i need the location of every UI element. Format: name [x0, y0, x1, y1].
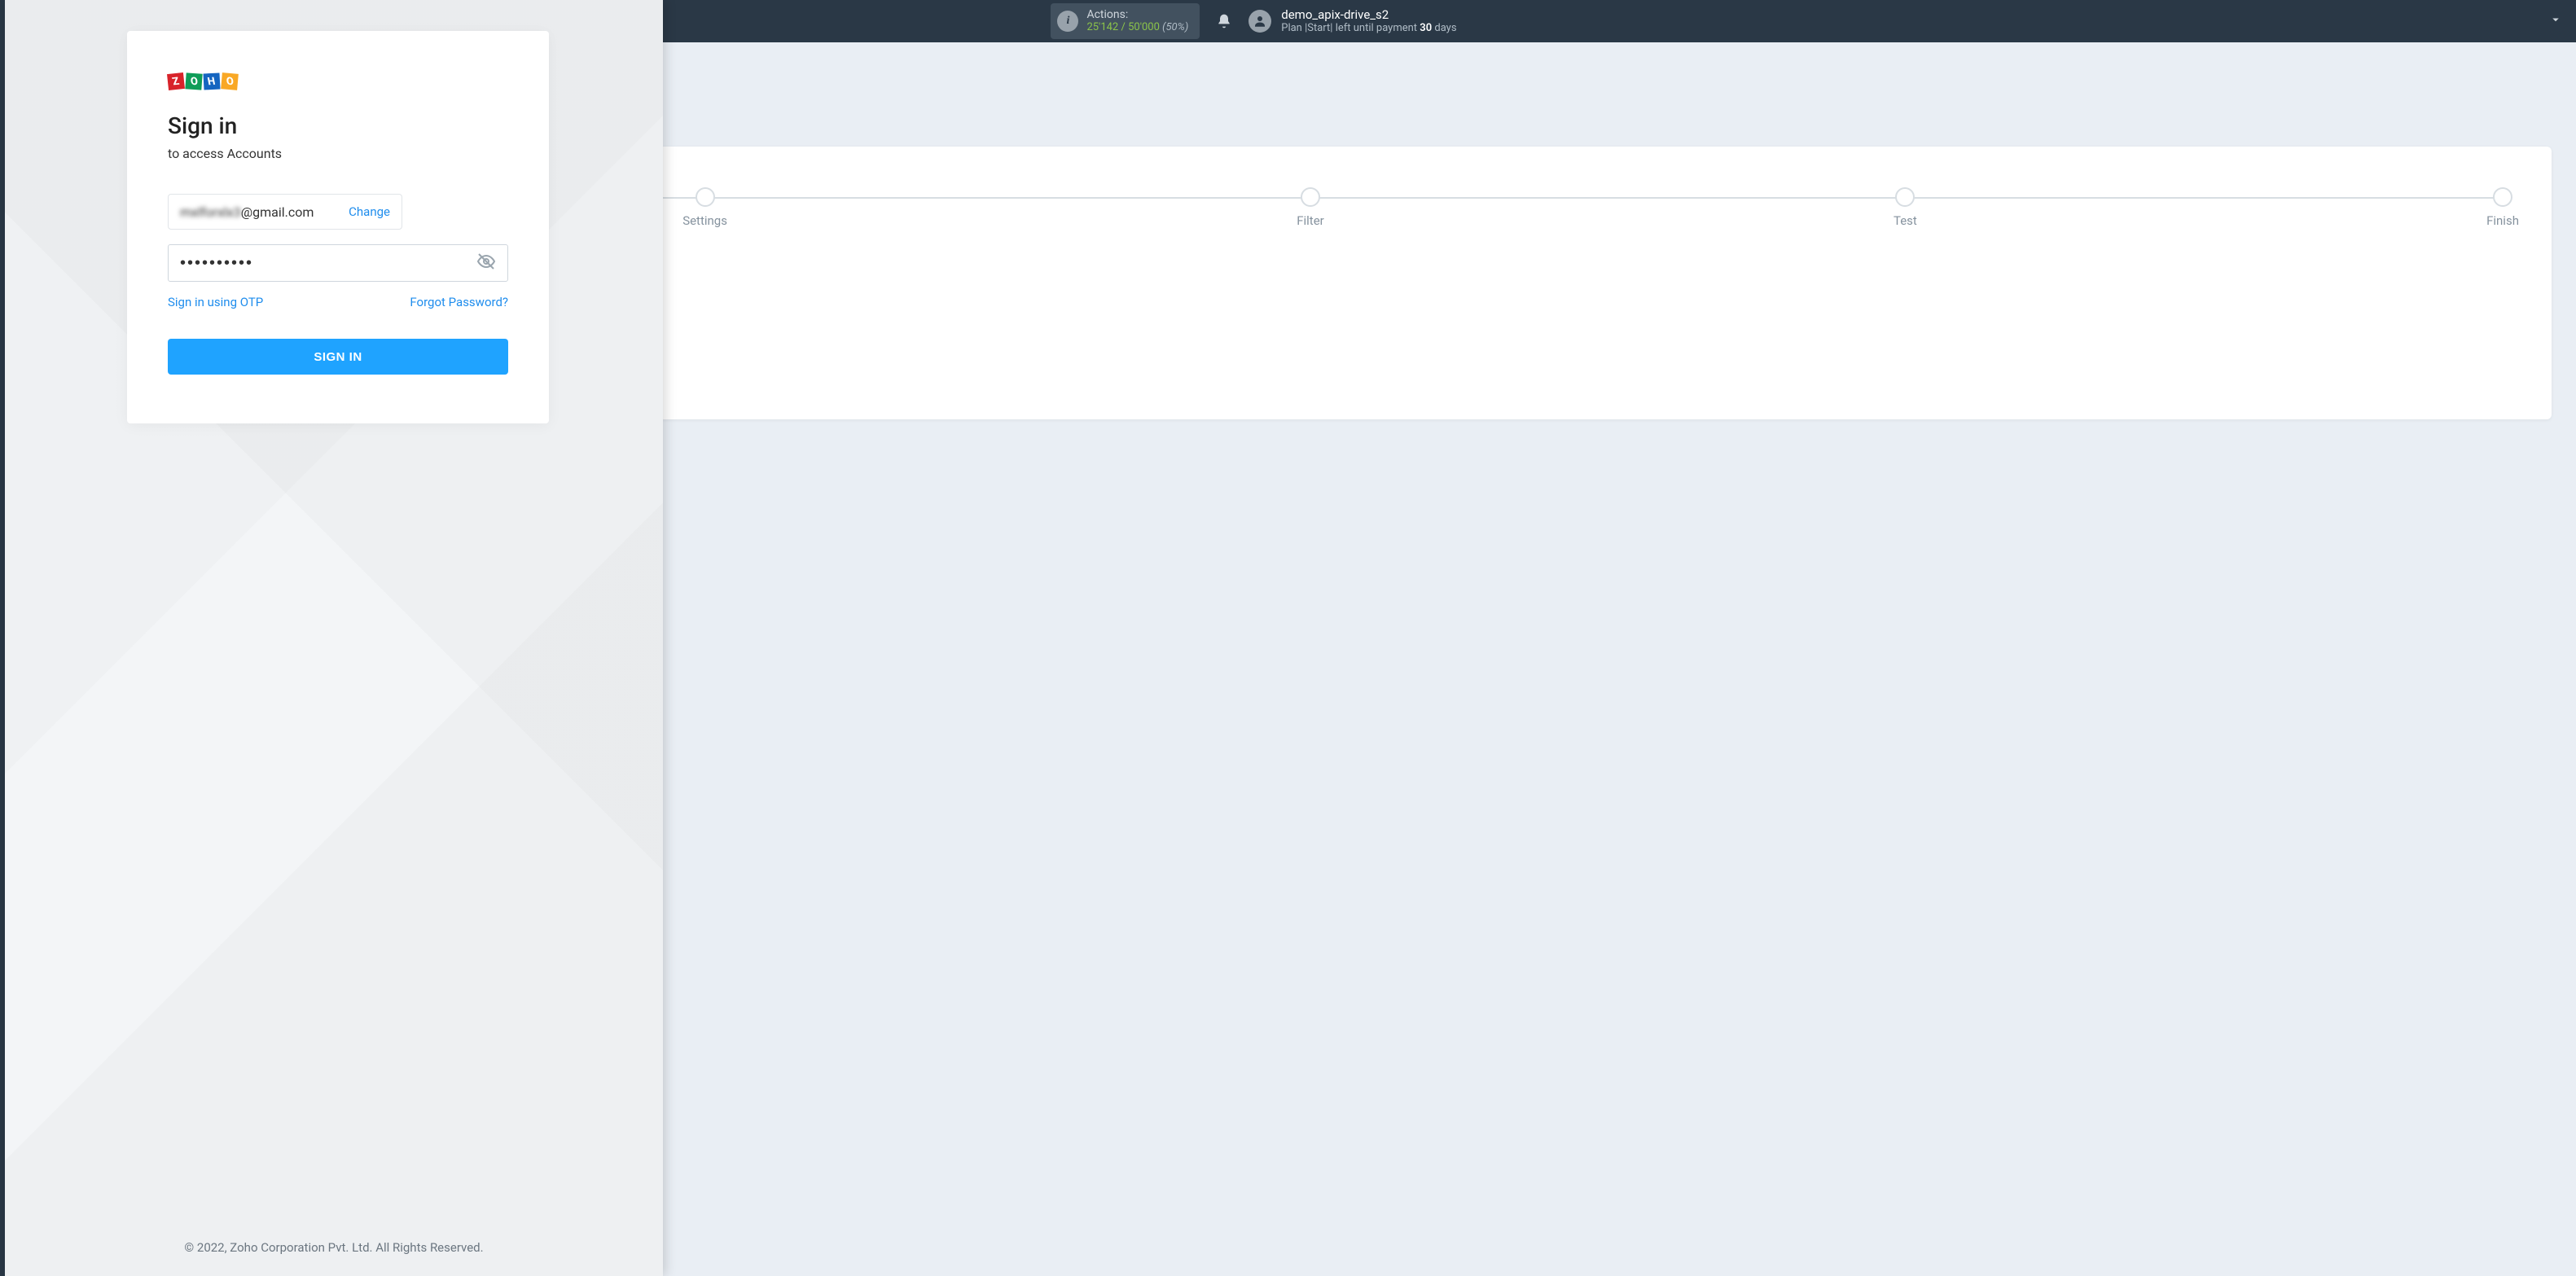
actions-pct: (50%) — [1162, 21, 1188, 33]
email-value: mxlforxlx3@gmail.com — [180, 204, 314, 220]
user-icon — [1253, 14, 1267, 29]
user-menu[interactable]: demo_apix-drive_s2 Plan |Start| left unt… — [1249, 7, 1497, 35]
actions-numbers: 25'142 / 50'000 (50%) — [1086, 22, 1188, 34]
step-label: Finish — [2486, 213, 2519, 228]
info-icon: i — [1057, 11, 1078, 32]
signin-card: Z O H O Sign in to access Accounts mxlfo… — [127, 31, 549, 423]
step-label: Settings — [682, 213, 727, 228]
forgot-password-link[interactable]: Forgot Password? — [410, 295, 508, 309]
email-display: mxlforxlx3@gmail.com Change — [168, 194, 402, 230]
step-dot-icon — [2493, 187, 2512, 207]
step-dot-icon — [1895, 187, 1915, 207]
signin-otp-link[interactable]: Sign in using OTP — [168, 295, 263, 309]
chevron-down-icon — [2548, 12, 2563, 27]
actions-sep: / — [1118, 21, 1128, 33]
logo-o-icon: O — [185, 72, 202, 90]
zoho-signin-overlay: Z O H O Sign in to access Accounts mxlfo… — [5, 0, 663, 1276]
signin-title: Sign in — [168, 112, 508, 139]
actions-label: Actions: — [1086, 8, 1188, 21]
bell-icon — [1216, 13, 1232, 29]
password-input[interactable] — [180, 254, 476, 273]
logo-h-icon: H — [203, 72, 220, 90]
step-dot-icon — [1301, 187, 1320, 207]
notifications-button[interactable] — [1208, 13, 1240, 29]
expand-button[interactable] — [2548, 12, 2563, 30]
avatar — [1249, 10, 1271, 33]
logo-z-icon: Z — [167, 72, 185, 90]
zoho-footer: © 2022, Zoho Corporation Pvt. Ltd. All R… — [5, 1240, 663, 1255]
step-filter[interactable]: Filter — [1297, 187, 1324, 228]
plan-days: 30 — [1420, 22, 1432, 34]
signin-button[interactable]: SIGN IN — [168, 339, 508, 375]
user-name: demo_apix-drive_s2 — [1281, 7, 1456, 22]
actions-total: 50'000 — [1128, 21, 1160, 33]
email-domain: @gmail.com — [241, 204, 314, 220]
zoho-logo: Z O H O — [168, 73, 508, 90]
user-plan: Plan |Start| left until payment 30 days — [1281, 22, 1456, 35]
signin-subtitle: to access Accounts — [168, 146, 508, 161]
plan-prefix: Plan | — [1281, 22, 1307, 34]
plan-days-word: days — [1432, 22, 1456, 34]
toggle-password-button[interactable] — [476, 252, 496, 274]
email-blurred: mxlforxlx3 — [180, 204, 241, 220]
step-label: Test — [1894, 213, 1917, 228]
step-test[interactable]: Test — [1894, 187, 1917, 228]
step-settings[interactable]: Settings — [682, 187, 727, 228]
actions-counter[interactable]: i Actions: 25'142 / 50'000 (50%) — [1051, 3, 1200, 39]
plan-mid: | left until payment — [1330, 22, 1420, 34]
actions-used: 25'142 — [1086, 21, 1118, 33]
plan-name: Start — [1307, 22, 1330, 34]
step-label: Filter — [1297, 213, 1324, 228]
eye-off-icon — [476, 252, 496, 271]
step-finish[interactable]: Finish — [2486, 187, 2519, 228]
password-row — [168, 244, 508, 282]
logo-o2-icon: O — [221, 72, 239, 90]
change-email-link[interactable]: Change — [349, 204, 390, 219]
step-dot-icon — [696, 187, 715, 207]
